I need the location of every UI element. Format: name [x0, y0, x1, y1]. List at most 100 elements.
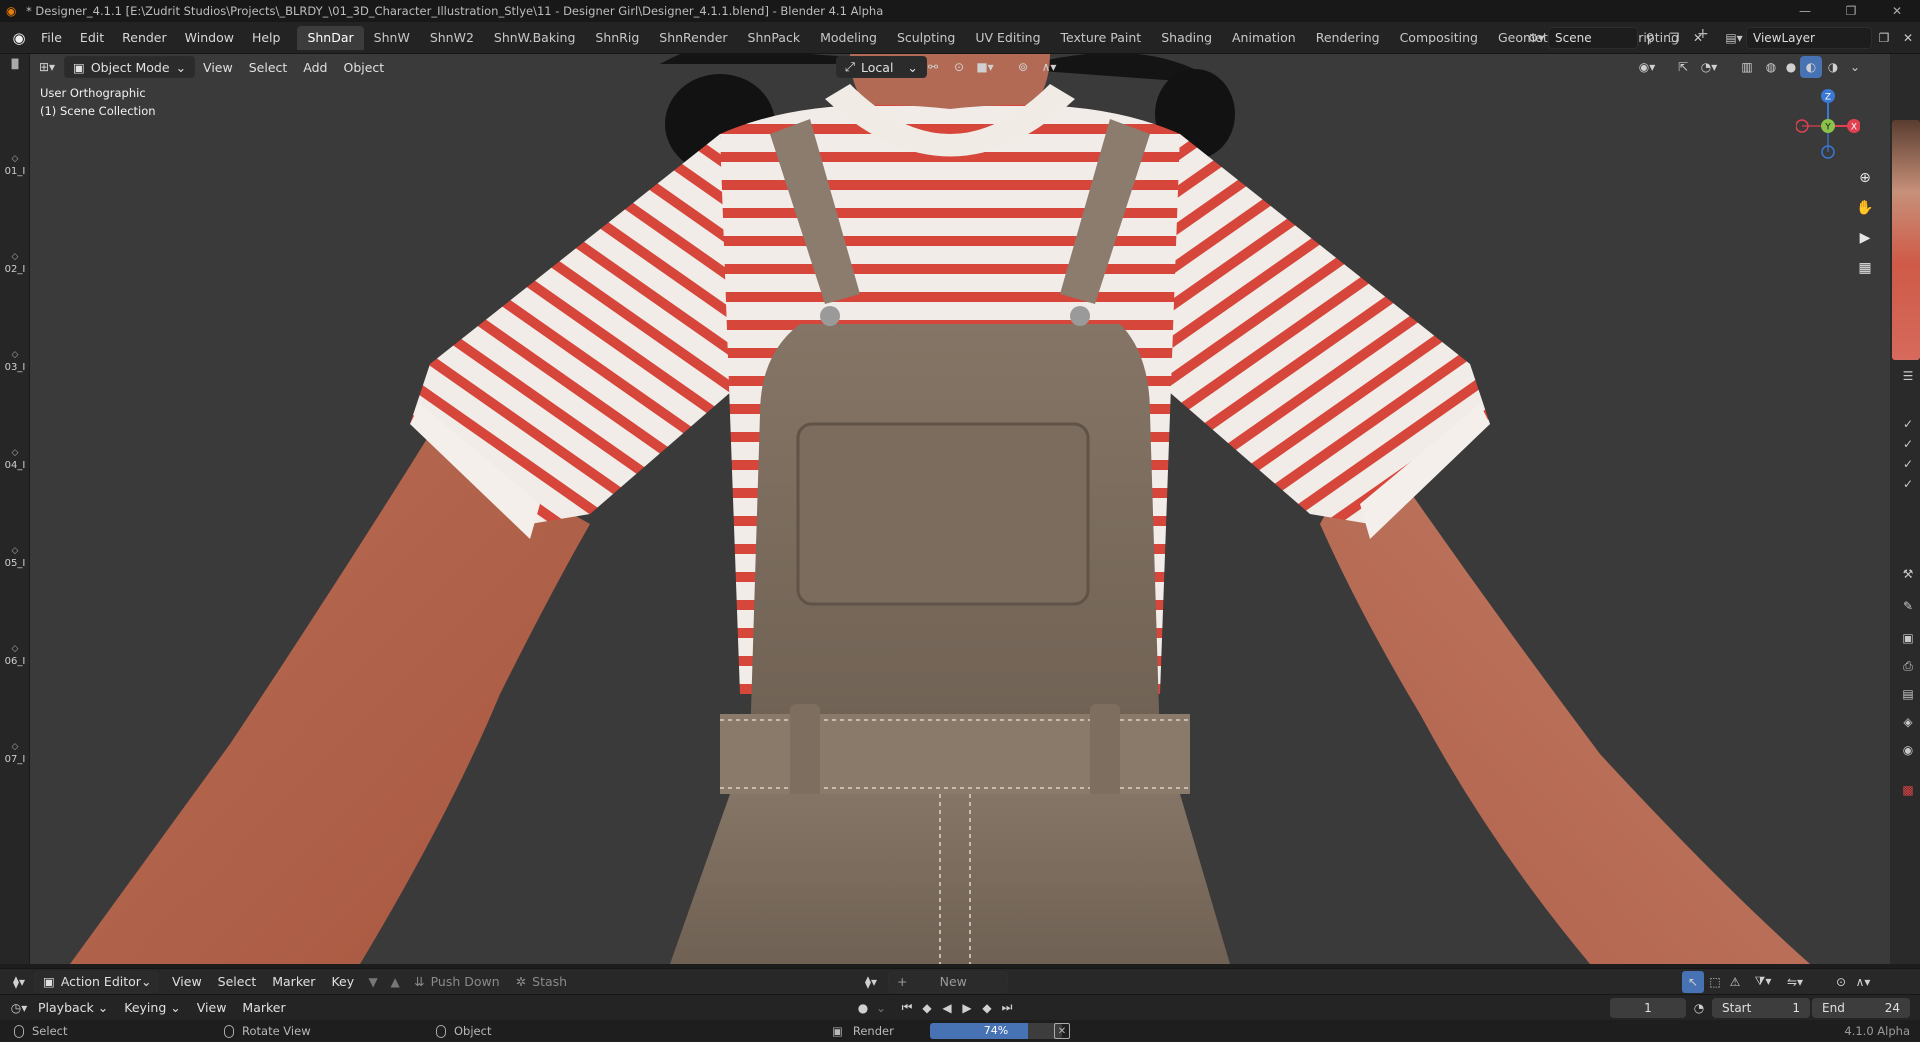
pan-hand-icon[interactable]: ✋: [1852, 196, 1878, 220]
collection-item[interactable]: ◇ 07_I: [0, 742, 30, 765]
view-layer-icon[interactable]: ▤▾: [1722, 27, 1746, 49]
menu-edit[interactable]: Edit: [71, 22, 113, 54]
gizmo-toggle-icon[interactable]: ⇱: [1672, 56, 1694, 78]
render-properties-icon[interactable]: ▣: [1898, 628, 1918, 648]
start-frame-field[interactable]: Start 1: [1712, 997, 1810, 1018]
delete-scene-icon[interactable]: ✕: [1686, 27, 1710, 49]
filter-icon[interactable]: ⧩▾: [1752, 971, 1774, 993]
checkmark-icon[interactable]: ✓: [1898, 454, 1918, 474]
tab-animation[interactable]: Animation: [1222, 26, 1306, 50]
tab-shnw-baking[interactable]: ShnW.Baking: [484, 26, 585, 50]
zoom-icon[interactable]: ⊕: [1852, 166, 1878, 190]
new-action-button[interactable]: + New: [888, 970, 1008, 993]
view-layer-field[interactable]: ViewLayer: [1746, 27, 1872, 49]
timeline-menu-playback[interactable]: Playback ⌄: [30, 997, 116, 1019]
collection-item[interactable]: ◇ 03_I: [0, 350, 30, 373]
proportional-action-icon[interactable]: ⊙: [1830, 971, 1852, 993]
navigation-gizmo[interactable]: Z X Y: [1796, 86, 1860, 162]
wireframe-shading-icon[interactable]: ◍: [1760, 56, 1782, 78]
tab-uv-editing[interactable]: UV Editing: [965, 26, 1050, 50]
grid-icon[interactable]: ▦: [1852, 256, 1878, 280]
new-view-layer-icon[interactable]: ❐: [1872, 27, 1896, 49]
rendered-shading-icon[interactable]: ◑: [1822, 56, 1844, 78]
play-icon[interactable]: ▶: [956, 997, 978, 1019]
tab-rendering[interactable]: Rendering: [1306, 26, 1390, 50]
pin-icon[interactable]: ⚲: [1638, 27, 1662, 49]
timeline-menu-view[interactable]: View: [189, 997, 235, 1019]
collection-item[interactable]: ◇ 01_I: [0, 154, 30, 177]
object-mode-dropdown[interactable]: ▣ Object Mode ⌄: [64, 56, 196, 78]
stash-button[interactable]: ✲ Stash: [508, 971, 575, 993]
overlays-icon[interactable]: ◔▾: [1698, 56, 1720, 78]
pivot-icon[interactable]: ⚯: [922, 56, 944, 78]
snap-icon[interactable]: ⊙: [948, 56, 970, 78]
solid-shading-icon[interactable]: ●: [1780, 56, 1802, 78]
timeline-menu-marker[interactable]: Marker: [234, 997, 293, 1019]
show-hidden-icon[interactable]: ⬚: [1704, 971, 1726, 993]
current-frame-field[interactable]: 1: [1610, 997, 1686, 1018]
prev-keyframe-icon[interactable]: ◆: [916, 997, 938, 1019]
scene-icon[interactable]: ⚙▾: [1524, 27, 1548, 49]
tab-shnrender[interactable]: ShnRender: [649, 26, 737, 50]
move-up-icon[interactable]: ▲: [384, 971, 406, 993]
timeline-menu-keying[interactable]: Keying ⌄: [116, 997, 188, 1019]
action-menu-key[interactable]: Key: [323, 971, 362, 993]
tab-shnw[interactable]: ShnW: [364, 26, 420, 50]
close-icon[interactable]: ✕: [1874, 0, 1920, 22]
action-menu-view[interactable]: View: [164, 971, 210, 993]
action-menu-select[interactable]: Select: [210, 971, 265, 993]
falloff-icon[interactable]: ∧▾: [1038, 56, 1060, 78]
proportional-edit-icon[interactable]: ⊚: [1012, 56, 1034, 78]
collection-item[interactable]: ◇ 04_I: [0, 448, 30, 471]
minimize-icon[interactable]: —: [1782, 0, 1828, 22]
checkmark-icon[interactable]: ✓: [1898, 474, 1918, 494]
restore-icon[interactable]: ❐: [1828, 0, 1874, 22]
jump-start-icon[interactable]: ⏮: [896, 997, 918, 1019]
new-scene-icon[interactable]: ❐: [1662, 27, 1686, 49]
collection-item[interactable]: ◇ 05_I: [0, 546, 30, 569]
wrench-icon[interactable]: ✎: [1898, 596, 1918, 616]
curve-icon[interactable]: ∧▾: [1852, 971, 1874, 993]
move-down-icon[interactable]: ▼: [362, 971, 384, 993]
only-selected-icon[interactable]: ↖: [1682, 970, 1704, 993]
tab-compositing[interactable]: Compositing: [1390, 26, 1488, 50]
push-down-button[interactable]: ⇊ Push Down: [406, 971, 508, 993]
menu-file[interactable]: File: [32, 22, 71, 54]
dopesheet-icon[interactable]: ⧫▾: [8, 971, 30, 993]
clock-icon[interactable]: ◔: [1688, 997, 1710, 1019]
transform-orientation-dropdown[interactable]: ⤢ Local ⌄: [836, 56, 927, 78]
editor-type-icon[interactable]: ⊞▾: [36, 56, 58, 78]
tab-shndar[interactable]: ShnDar: [297, 25, 364, 50]
outliner-icon[interactable]: ☰: [1898, 366, 1918, 386]
xray-icon[interactable]: ▥: [1736, 56, 1758, 78]
cancel-render-icon[interactable]: ✕: [1054, 1023, 1070, 1039]
menu-help[interactable]: Help: [243, 22, 290, 54]
snap-target-icon[interactable]: ■▾: [974, 56, 996, 78]
collection-item[interactable]: ◇ 06_I: [0, 644, 30, 667]
tool-properties-icon[interactable]: ⚒: [1898, 564, 1918, 584]
tab-shnpack[interactable]: ShnPack: [738, 26, 811, 50]
end-frame-field[interactable]: End 24: [1812, 997, 1910, 1018]
only-errors-icon[interactable]: ⚠: [1724, 971, 1746, 993]
texture-properties-icon[interactable]: ▩: [1898, 780, 1918, 800]
shading-options-icon[interactable]: ⌄: [1844, 56, 1866, 78]
tab-texture-paint[interactable]: Texture Paint: [1051, 26, 1152, 50]
menu-render[interactable]: Render: [113, 22, 176, 54]
tab-sculpting[interactable]: Sculpting: [887, 26, 965, 50]
scene-field[interactable]: Scene: [1548, 27, 1638, 49]
camera-icon[interactable]: ▶: [1852, 226, 1878, 250]
delete-view-layer-icon[interactable]: ✕: [1896, 27, 1920, 49]
tab-modeling[interactable]: Modeling: [810, 26, 887, 50]
blender-logo-icon[interactable]: ◉: [6, 25, 32, 51]
scene-properties-icon[interactable]: ◈: [1898, 712, 1918, 732]
menu-window[interactable]: Window: [176, 22, 243, 54]
viewport-menu-select[interactable]: Select: [241, 56, 296, 78]
output-properties-icon[interactable]: ⎙: [1898, 656, 1918, 676]
record-options-icon[interactable]: ⌄: [870, 997, 892, 1019]
tab-shnrig[interactable]: ShnRig: [585, 26, 649, 50]
material-preview-icon[interactable]: ◐: [1800, 56, 1822, 78]
play-reverse-icon[interactable]: ◀: [936, 997, 958, 1019]
action-editor-dropdown[interactable]: ▣ Action Editor ⌄: [34, 970, 158, 993]
checkmark-icon[interactable]: ✓: [1898, 434, 1918, 454]
collection-item[interactable]: ◇ 02_I: [0, 252, 30, 275]
